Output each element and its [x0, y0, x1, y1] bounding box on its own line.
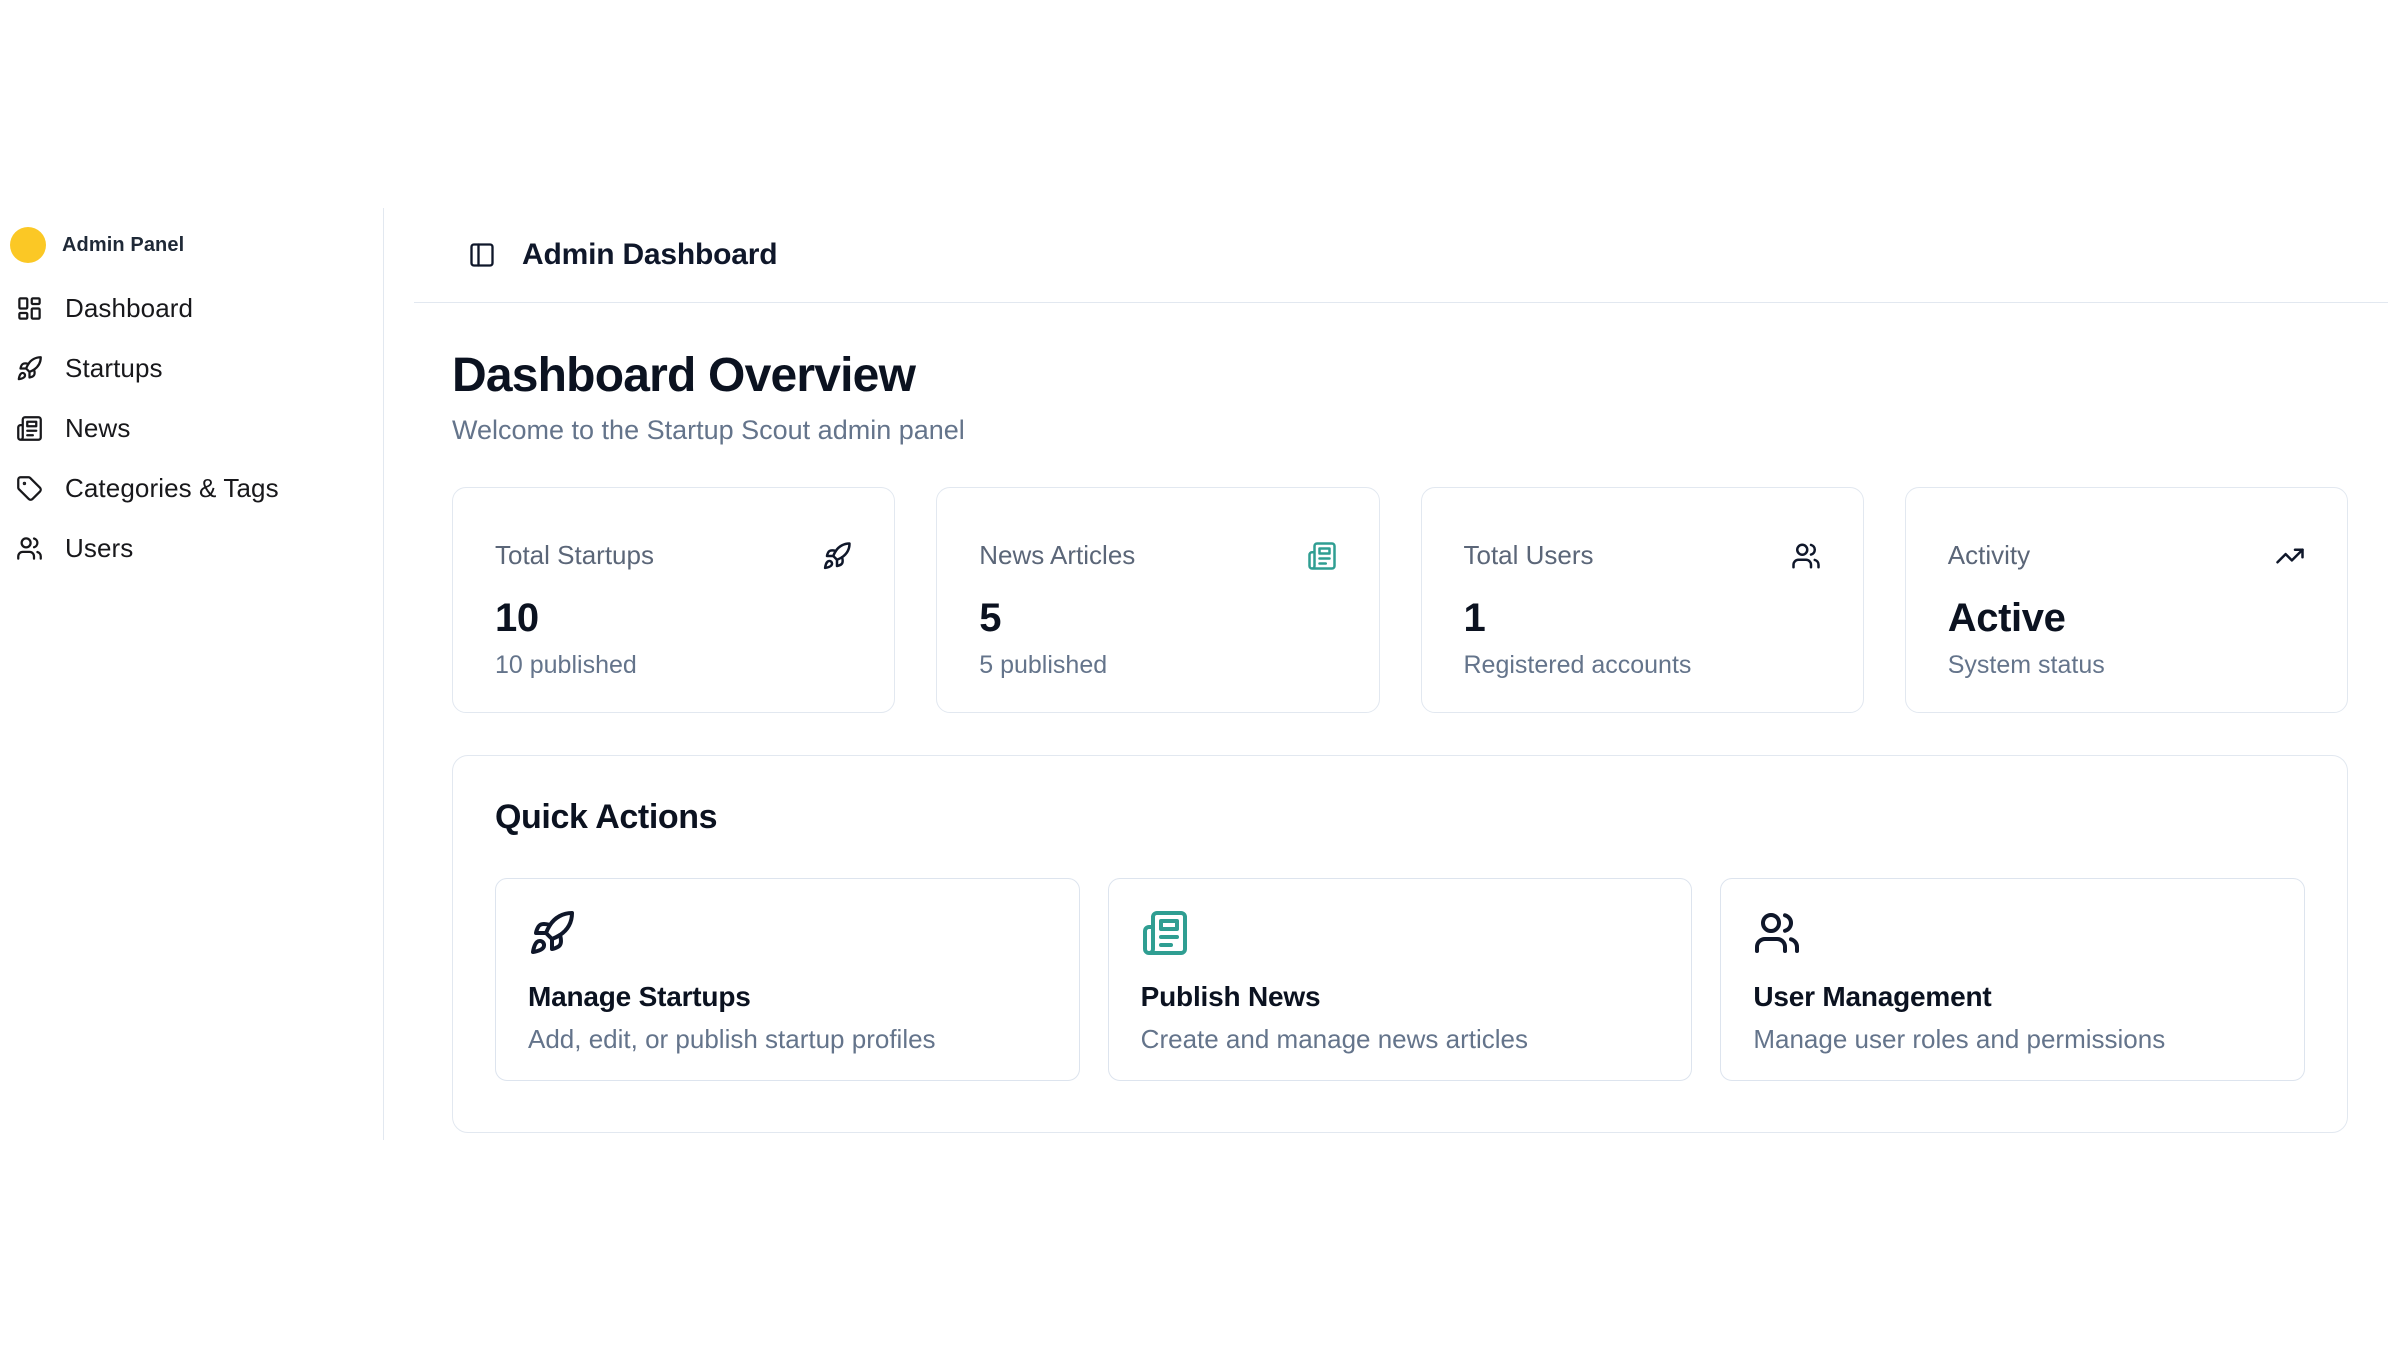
newspaper-icon [1141, 909, 1189, 957]
sidebar-item-startups[interactable]: Startups [10, 338, 369, 398]
stat-card-total-startups: Total Startups 10 10 published [452, 487, 895, 713]
main-area: Admin Dashboard Dashboard Overview Welco… [384, 208, 2400, 1133]
sidebar-logo-row: Admin Panel [10, 216, 369, 274]
stat-subtext: 5 published [979, 651, 1336, 680]
stats-row: Total Startups 10 10 published News Arti… [452, 487, 2348, 713]
action-card-publish-news[interactable]: Publish News Create and manage news arti… [1108, 878, 1693, 1081]
app-logo [10, 227, 46, 263]
users-icon [16, 535, 43, 562]
action-title: Manage Startups [528, 979, 1047, 1015]
stat-card-news-articles: News Articles 5 5 published [936, 487, 1379, 713]
stat-subtext: 10 published [495, 651, 852, 680]
users-icon [1791, 541, 1821, 571]
rocket-icon [16, 355, 43, 382]
stat-card-activity: Activity Active System status [1905, 487, 2348, 713]
stat-value: Active [1948, 595, 2305, 641]
page-title: Dashboard Overview [452, 347, 2348, 405]
sidebar-item-dashboard[interactable]: Dashboard [10, 278, 369, 338]
action-description: Manage user roles and permissions [1753, 1023, 2272, 1056]
app-name: Admin Panel [62, 234, 184, 257]
quick-actions-title: Quick Actions [495, 796, 2305, 838]
sidebar-item-categories-tags[interactable]: Categories & Tags [10, 458, 369, 518]
content: Dashboard Overview Welcome to the Startu… [384, 303, 2400, 1133]
sidebar-item-news[interactable]: News [10, 398, 369, 458]
stat-label: News Articles [979, 540, 1135, 571]
stat-label: Total Startups [495, 540, 654, 571]
quick-actions-row: Manage Startups Add, edit, or publish st… [495, 878, 2305, 1081]
stat-subtext: System status [1948, 651, 2305, 680]
action-title: Publish News [1141, 979, 1660, 1015]
sidebar-item-label: News [65, 413, 130, 444]
quick-actions-panel: Quick Actions Manage Startups Add, edit,… [452, 755, 2348, 1133]
page-subtitle: Welcome to the Startup Scout admin panel [452, 413, 2348, 447]
sidebar-item-label: Dashboard [65, 293, 193, 324]
stat-value: 10 [495, 595, 852, 641]
top-header: Admin Dashboard [414, 208, 2388, 303]
stat-card-total-users: Total Users 1 Registered accounts [1421, 487, 1864, 713]
newspaper-icon [1307, 541, 1337, 571]
tag-icon [16, 475, 43, 502]
dashboard-icon [16, 295, 43, 322]
sidebar-item-label: Startups [65, 353, 163, 384]
admin-app: Admin Panel Dashboard Startups News [0, 0, 2400, 1350]
stat-value: 5 [979, 595, 1336, 641]
sidebar-nav: Dashboard Startups News Categories & Tag… [10, 278, 369, 578]
action-title: User Management [1753, 979, 2272, 1015]
stat-label: Total Users [1464, 540, 1594, 571]
rocket-icon [528, 909, 576, 957]
stat-label: Activity [1948, 540, 2030, 571]
action-description: Create and manage news articles [1141, 1023, 1660, 1056]
sidebar-item-users[interactable]: Users [10, 518, 369, 578]
rocket-icon [822, 541, 852, 571]
action-card-user-management[interactable]: User Management Manage user roles and pe… [1720, 878, 2305, 1081]
action-description: Add, edit, or publish startup profiles [528, 1023, 1047, 1056]
newspaper-icon [16, 415, 43, 442]
sidebar-item-label: Users [65, 533, 133, 564]
sidebar: Admin Panel Dashboard Startups News [0, 208, 384, 1140]
stat-value: 1 [1464, 595, 1821, 641]
stat-subtext: Registered accounts [1464, 651, 1821, 680]
sidebar-item-label: Categories & Tags [65, 473, 279, 504]
users-icon [1753, 909, 1801, 957]
action-card-manage-startups[interactable]: Manage Startups Add, edit, or publish st… [495, 878, 1080, 1081]
panel-left-icon[interactable] [468, 241, 496, 269]
header-title: Admin Dashboard [522, 238, 777, 272]
trending-up-icon [2275, 541, 2305, 571]
